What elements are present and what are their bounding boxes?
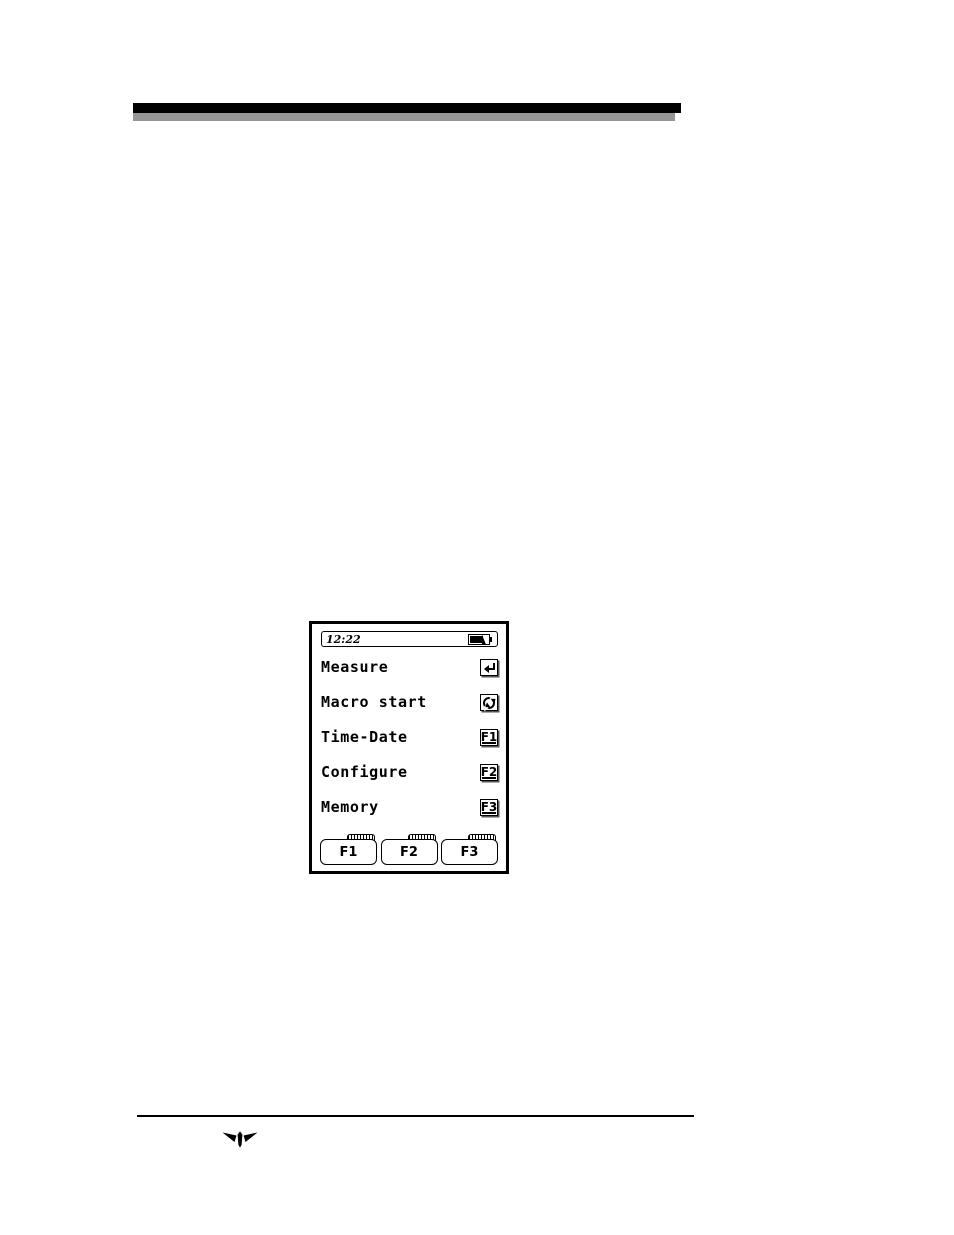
page-header-bars: [133, 103, 681, 123]
function-key-underline: [482, 742, 496, 744]
function-key-label: F2: [480, 764, 498, 779]
menu-item-label: Macro start: [321, 693, 427, 711]
tab-body: F2: [380, 839, 438, 865]
softkey-tab-f2[interactable]: F2: [380, 834, 438, 865]
tab-body: F1: [320, 839, 377, 865]
header-bar-gray: [133, 113, 675, 121]
teledyne-logo: [222, 1128, 258, 1150]
function-key-f3-icon[interactable]: F3: [480, 799, 498, 816]
menu-item-label: Memory: [321, 798, 379, 816]
macro-circle-glyph: [482, 694, 498, 711]
battery-cap: [490, 636, 492, 642]
menu-item-label: Measure: [321, 658, 389, 676]
clock-readout: 12:22: [326, 632, 361, 646]
enter-arrow-icon[interactable]: [480, 659, 498, 676]
tab-body: F3: [441, 839, 498, 865]
menu-item-configure[interactable]: Configure F2: [321, 755, 498, 790]
softkey-tab-f1[interactable]: F1: [320, 834, 377, 865]
battery-slash: [482, 635, 489, 644]
lcd-main-menu: Measure Macro start Time-Date F1 Configu…: [321, 650, 498, 825]
enter-arrow-glyph: [483, 663, 495, 673]
function-key-underline: [482, 812, 496, 814]
menu-item-macro-start[interactable]: Macro start: [321, 685, 498, 720]
menu-item-measure[interactable]: Measure: [321, 650, 498, 685]
function-key-label: F1: [480, 729, 498, 744]
macro-circle-icon[interactable]: [480, 694, 498, 711]
function-key-f1-icon[interactable]: F1: [480, 729, 498, 746]
menu-item-memory[interactable]: Memory F3: [321, 790, 498, 825]
menu-item-label: Time-Date: [321, 728, 408, 746]
device-lcd-screen: 12:22 Measure Macro start Time-Date F1 C…: [309, 621, 509, 874]
softkey-tab-label: F3: [460, 844, 479, 860]
menu-item-time-date[interactable]: Time-Date F1: [321, 720, 498, 755]
menu-item-label: Configure: [321, 763, 408, 781]
lcd-softkey-bar: F1 F2 F3: [320, 834, 498, 865]
softkey-tab-label: F1: [339, 844, 358, 860]
function-key-underline: [482, 777, 496, 779]
function-key-label: F3: [480, 799, 498, 814]
lcd-status-bar: 12:22: [321, 631, 498, 647]
softkey-tab-label: F2: [400, 844, 418, 860]
footer-rule: [137, 1115, 694, 1117]
header-bar-black: [133, 103, 681, 113]
function-key-f2-icon[interactable]: F2: [480, 764, 498, 781]
softkey-tab-f3[interactable]: F3: [441, 834, 498, 865]
battery-icon: [468, 633, 494, 645]
